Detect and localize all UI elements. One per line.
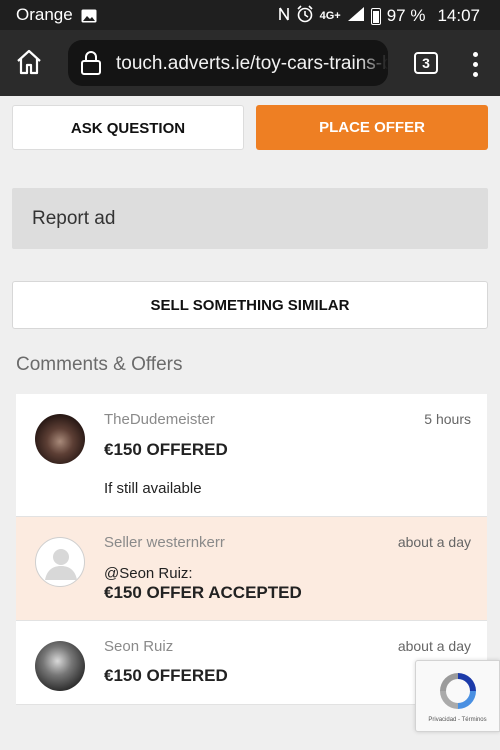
status-right: 4G+ 97 % 14:07 [278, 5, 480, 27]
comment-time: about a day [397, 638, 471, 654]
report-ad-button[interactable]: Report ad [12, 188, 488, 249]
recaptcha-icon [434, 667, 482, 715]
battery-icon [370, 7, 381, 25]
comment-text: If still available [104, 480, 202, 497]
place-offer-button[interactable]: PLACE OFFER [256, 105, 488, 150]
battery-level: 97 % [386, 6, 426, 25]
image-notification-icon [81, 8, 97, 23]
tab-switcher-button[interactable]: 3 [414, 52, 438, 74]
offer-amount: €150 OFFERED [104, 666, 228, 685]
comments-list: TheDudemeister 5 hours €150 OFFERED If s… [16, 394, 487, 705]
menu-dot [472, 72, 478, 77]
recaptcha-footer[interactable]: Privacidad - Términos [416, 717, 499, 723]
status-bar: Orange 4G+ 97 % 14:07 [0, 0, 500, 30]
url-text: touch.adverts.ie/toy-cars-trains-bo [116, 53, 388, 74]
avatar[interactable] [35, 641, 85, 691]
menu-dot [472, 52, 478, 57]
comments-section-title: Comments & Offers [16, 354, 183, 375]
comment-item: Seller westernkerr about a day @Seon Rui… [16, 517, 487, 621]
menu-dot [472, 62, 478, 67]
clock: 14:07 [437, 6, 480, 25]
lock-icon [80, 51, 102, 75]
commenter-name[interactable]: Seller westernkerr [104, 534, 225, 551]
avatar[interactable] [35, 537, 85, 587]
home-icon [17, 49, 41, 75]
commenter-name[interactable]: TheDudemeister [104, 411, 215, 428]
commenter-name[interactable]: Seon Ruiz [104, 638, 173, 655]
carrier-name: Orange [16, 5, 73, 24]
address-bar[interactable]: touch.adverts.ie/toy-cars-trains-bo [68, 40, 388, 86]
url-fade [358, 40, 388, 86]
signal-icon [347, 6, 365, 26]
comment-item: TheDudemeister 5 hours €150 OFFERED If s… [16, 394, 487, 517]
status-left: Orange [16, 5, 97, 25]
nfc-icon [278, 6, 290, 26]
overflow-menu-button[interactable] [470, 49, 480, 79]
comment-mention: @Seon Ruiz: [104, 565, 193, 582]
sell-something-similar-button[interactable]: SELL SOMETHING SIMILAR [12, 281, 488, 329]
recaptcha-badge[interactable]: Privacidad - Términos [415, 660, 500, 732]
ask-question-button[interactable]: ASK QUESTION [12, 105, 244, 150]
alarm-icon [296, 5, 314, 27]
default-avatar-icon [45, 549, 77, 580]
avatar[interactable] [35, 414, 85, 464]
comment-time: about a day [397, 534, 471, 550]
home-button[interactable] [14, 47, 46, 79]
browser-toolbar: touch.adverts.ie/toy-cars-trains-bo 3 [0, 30, 500, 96]
comment-time: 5 hours [424, 411, 471, 427]
offer-amount: €150 OFFERED [104, 440, 228, 459]
offer-accepted-text: €150 OFFER ACCEPTED [104, 583, 302, 602]
network-type-icon: 4G+ [319, 10, 341, 22]
